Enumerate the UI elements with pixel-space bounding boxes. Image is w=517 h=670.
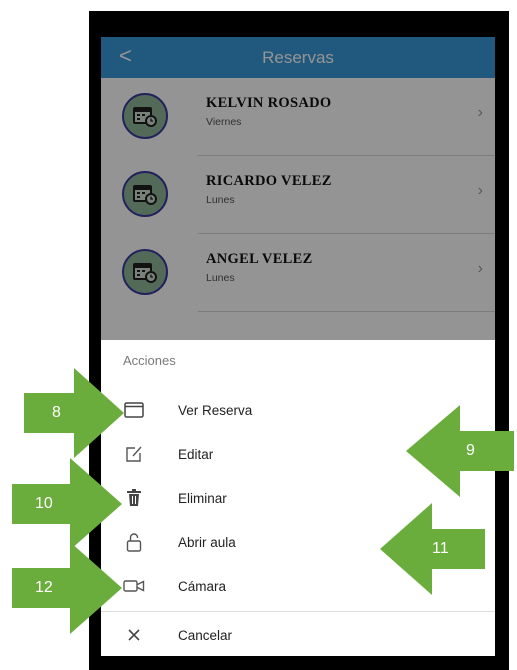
modal-backdrop[interactable]: [101, 37, 495, 340]
trash-icon: [123, 487, 145, 509]
callout-number: 9: [466, 442, 475, 459]
callout-number: 8: [52, 404, 61, 421]
edit-icon: [123, 443, 145, 465]
action-label: Editar: [178, 446, 214, 462]
divider: [101, 611, 495, 612]
callout-number: 11: [432, 540, 449, 557]
callout-number: 10: [35, 495, 53, 512]
action-cancelar[interactable]: Cancelar: [101, 613, 495, 656]
action-label: Abrir aula: [178, 534, 236, 550]
callout-arrow-8: 8: [24, 368, 124, 458]
video-camera-icon: [123, 575, 145, 597]
action-label: Cámara: [178, 578, 227, 594]
callout-arrow-11: 11: [380, 503, 485, 595]
unlock-icon: [123, 531, 145, 553]
callout-arrow-12: 12: [12, 542, 122, 634]
callout-number: 12: [35, 579, 53, 596]
callout-arrow-9: 9: [406, 405, 514, 497]
actions-sheet: Acciones Ver Reserva Editar Eliminar Abr…: [101, 340, 495, 656]
window-icon: [123, 399, 145, 421]
action-label: Eliminar: [178, 490, 227, 506]
close-icon: [123, 624, 145, 646]
action-label: Ver Reserva: [178, 402, 253, 418]
sheet-title: Acciones: [123, 353, 176, 368]
callout-arrow-10: 10: [12, 458, 122, 550]
action-label: Cancelar: [178, 627, 233, 643]
